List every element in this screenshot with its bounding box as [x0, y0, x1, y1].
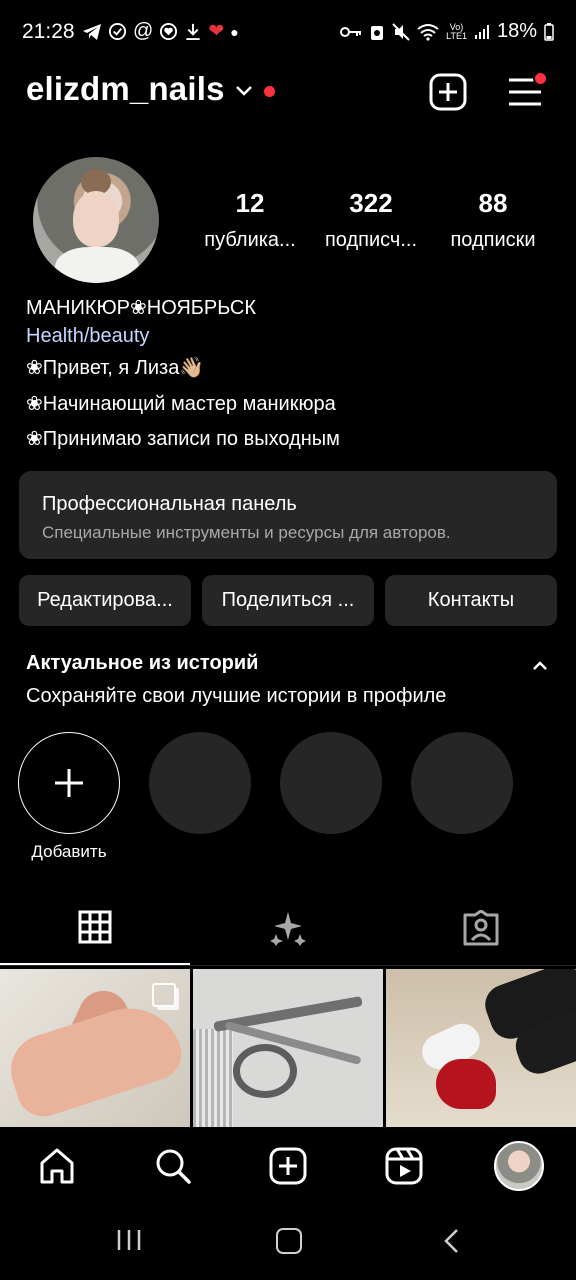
- at-icon: @: [133, 20, 154, 42]
- tagged-tab-icon[interactable]: [462, 910, 500, 946]
- stat-followers-label: подписч...: [324, 229, 418, 251]
- profile-name: МАНИКЮР❀НОЯБРЬСК: [26, 297, 257, 319]
- professional-dashboard[interactable]: Профессиональная панель Специальные инст…: [19, 471, 557, 559]
- status-bar: 21:28 @ ❤ ● Vo) LTE1 18%: [0, 0, 576, 66]
- stat-followers[interactable]: 322 подписч...: [316, 188, 426, 252]
- highlight-placeholder: [149, 732, 251, 834]
- profile-category[interactable]: Health/beauty: [26, 325, 149, 348]
- stat-posts[interactable]: 12 публика...: [195, 188, 305, 252]
- create-post-icon[interactable]: [428, 72, 468, 112]
- home-icon[interactable]: [38, 1147, 76, 1185]
- new-post-icon[interactable]: [269, 1147, 307, 1185]
- stat-following-label: подписки: [450, 229, 536, 251]
- account-notification-dot: [264, 86, 275, 97]
- post-thumbnail[interactable]: [193, 969, 383, 1127]
- recent-apps-icon[interactable]: [116, 1228, 142, 1252]
- username-title[interactable]: elizdm_nails: [26, 70, 225, 108]
- signal-icon: [474, 24, 489, 39]
- tabs-divider: [0, 965, 576, 966]
- bio-line: ❀Привет, я Лиза👋🏼: [26, 357, 205, 379]
- download-icon: [186, 23, 200, 41]
- bio-line: ❀Начинающий мастер маникюра: [26, 393, 336, 415]
- stat-following[interactable]: 88 подписки: [438, 188, 548, 252]
- mute-icon: [392, 22, 410, 41]
- menu-notification-dot: [533, 71, 548, 86]
- system-icons: Vo) LTE1 18%: [340, 20, 554, 43]
- search-icon[interactable]: [154, 1147, 192, 1185]
- status-time: 21:28: [22, 20, 75, 43]
- grid-tab-icon[interactable]: [78, 910, 112, 944]
- reels-icon[interactable]: [385, 1147, 423, 1185]
- telegram-icon: [83, 23, 101, 40]
- highlight-placeholder: [280, 732, 382, 834]
- recycle-icon: [371, 25, 384, 40]
- active-tab-indicator: [0, 963, 190, 965]
- stat-posts-number: 12: [235, 188, 265, 218]
- stat-posts-label: публика...: [204, 229, 296, 251]
- heart-chat-icon: [160, 22, 178, 41]
- profile-avatar[interactable]: [33, 157, 159, 283]
- wifi-icon: [417, 23, 439, 41]
- stat-followers-number: 322: [349, 188, 393, 218]
- check-circle-icon: [108, 22, 127, 41]
- notification-icons: @ ❤ ●: [82, 20, 239, 43]
- post-thumbnail[interactable]: [0, 969, 190, 1127]
- heart-icon: ❤: [208, 21, 225, 42]
- contacts-button[interactable]: Контакты: [385, 575, 557, 626]
- chevron-up-icon[interactable]: [530, 656, 550, 676]
- carousel-icon: [152, 983, 176, 1007]
- bio-line: ❀Принимаю записи по выходным: [26, 428, 340, 450]
- volte-icon: Vo) LTE1: [446, 21, 467, 41]
- highlights-subtitle: Сохраняйте свои лучшие истории в профиле: [26, 685, 447, 707]
- back-icon[interactable]: [442, 1228, 460, 1254]
- share-profile-button[interactable]: Поделиться ...: [202, 575, 374, 626]
- battery-icon: [544, 22, 554, 41]
- add-highlight-button[interactable]: [18, 732, 120, 834]
- sparkle-tab-icon[interactable]: [270, 910, 306, 946]
- add-highlight-label: Добавить: [31, 842, 107, 861]
- pro-panel-title: Профессиональная панель: [42, 493, 297, 515]
- home-button-icon[interactable]: [276, 1228, 302, 1254]
- highlights-title: Актуальное из историй: [26, 652, 259, 674]
- highlight-placeholder: [411, 732, 513, 834]
- battery-text: 18%: [496, 20, 537, 42]
- stat-following-number: 88: [478, 188, 508, 218]
- post-thumbnail[interactable]: [386, 969, 576, 1127]
- edit-profile-button[interactable]: Редактирова...: [19, 575, 191, 626]
- pro-panel-subtitle: Специальные инструменты и ресурсы для ав…: [42, 523, 451, 542]
- profile-avatar-nav[interactable]: [494, 1141, 544, 1191]
- dot-icon: ●: [230, 23, 239, 40]
- chevron-down-icon[interactable]: [234, 80, 254, 100]
- key-icon: [340, 26, 362, 37]
- plus-icon: [55, 769, 83, 797]
